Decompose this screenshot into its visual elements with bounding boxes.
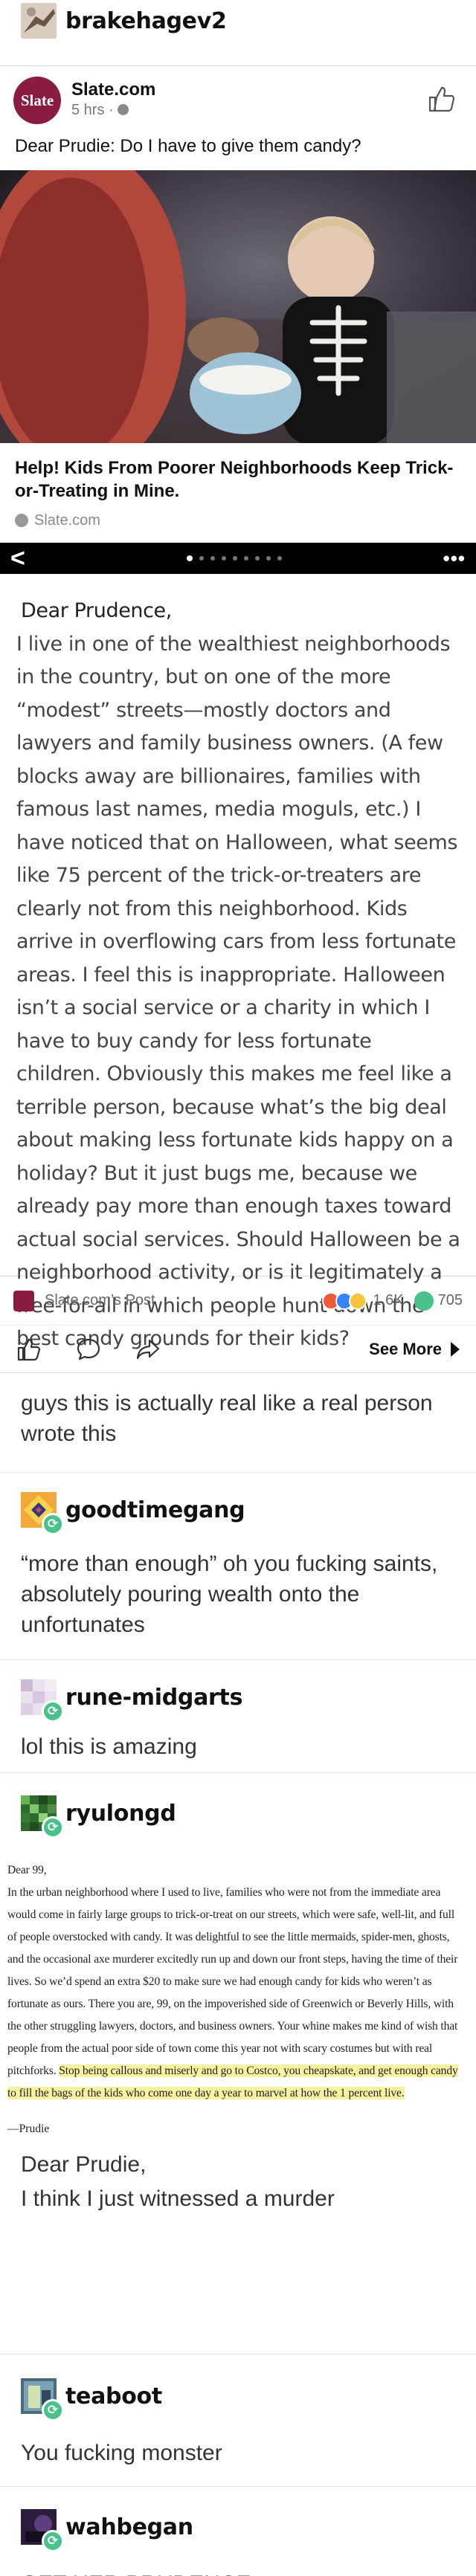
reblog-comment: ⟳ wahbegan GET HER PRUDENCE: [0, 2486, 476, 2576]
carousel-dot[interactable]: [199, 556, 204, 561]
reblogger-header: ⟳ rune-midgarts: [0, 1678, 476, 1723]
facebook-embed: Slate Slate.com 5 hrs · Dear Prudie: Do …: [0, 65, 476, 1372]
carousel-dots: [186, 555, 282, 562]
link-title[interactable]: Help! Kids From Poorer Neighborhoods Kee…: [0, 443, 476, 503]
fb-header: Slate Slate.com 5 hrs ·: [0, 66, 476, 132]
see-more-label: See More: [369, 1339, 442, 1358]
letter-greeting: Dear Prudence,: [21, 599, 172, 623]
fb-caption: Dear Prudie: Do I have to give them cand…: [15, 136, 361, 156]
prudie-body: In the urban neighborhood where I used t…: [0, 1882, 476, 2105]
like-button-icon[interactable]: [16, 1337, 42, 1362]
share-button-icon[interactable]: [135, 1337, 161, 1362]
see-more-button[interactable]: See More: [369, 1340, 460, 1359]
reblogger-header: ⟳ ryulongd: [0, 1794, 476, 1839]
slate-mini-logo: [13, 1290, 34, 1311]
reblog-icon: ⟳: [42, 2399, 64, 2422]
slate-logo[interactable]: Slate: [13, 77, 61, 124]
fb-time-text: 5 hrs ·: [71, 102, 118, 118]
fb-source-name[interactable]: Slate.com: [71, 80, 155, 100]
fb-meta: Slate.com 5 hrs ·: [71, 80, 155, 119]
carousel-dot[interactable]: [243, 556, 248, 561]
username[interactable]: teaboot: [65, 2383, 162, 2409]
post-attribution[interactable]: Slate.com’s Post: [13, 1290, 155, 1311]
reblogger-header: ⟳ goodtimegang: [0, 1491, 476, 1536]
reblog-comment: ⟳ teaboot You fucking monster: [0, 2354, 476, 2486]
link-domain: Slate.com: [0, 503, 476, 532]
reblogger-header: ⟳ teaboot: [0, 2377, 476, 2422]
like-icon[interactable]: [427, 84, 457, 114]
reblog-text: lol this is amazing: [21, 1734, 197, 1760]
avatar[interactable]: ⟳: [21, 2509, 64, 2553]
carousel-dot[interactable]: [232, 556, 237, 561]
username[interactable]: rune-midgarts: [65, 1685, 242, 1711]
reblog-text: “more than enough” oh you fucking saints…: [21, 1552, 438, 1638]
prudie-salutation: Dear 99,: [7, 1864, 47, 1877]
domain-icon: [15, 514, 28, 528]
reblog-comment: ⟳ rune-midgarts lol this is amazing: [0, 1659, 476, 1772]
reblog-icon: ⟳: [42, 2530, 64, 2553]
carousel-bar: < •••: [0, 543, 476, 575]
username[interactable]: goodtimegang: [65, 1497, 245, 1523]
wow-react-icon: [349, 1291, 367, 1310]
avatar[interactable]: ⟳: [21, 2378, 64, 2422]
play-arrow-icon: [451, 1341, 460, 1357]
fb-timestamp: 5 hrs ·: [71, 102, 155, 119]
reblog-comment: ⟳ goodtimegang “more than enough” oh you…: [0, 1472, 476, 1659]
more-options-icon[interactable]: •••: [443, 547, 466, 570]
comment-button-icon[interactable]: [76, 1337, 101, 1362]
reblog-icon: ⟳: [42, 1816, 64, 1839]
carousel-dot[interactable]: [186, 555, 193, 562]
reblog-text: GET HER PRUDENCE: [0, 2569, 476, 2576]
post-of-label: Slate.com’s Post: [45, 1292, 155, 1309]
prudie-body-text: In the urban neighborhood where I used t…: [7, 1886, 458, 2078]
username[interactable]: brakehagev2: [65, 8, 227, 34]
comment-count: 705: [437, 1292, 463, 1309]
reblog-icon: ⟳: [42, 1513, 64, 1536]
article-image[interactable]: [0, 170, 476, 443]
avatar[interactable]: [21, 3, 57, 39]
reblogger-header: ⟳ wahbegan: [0, 2508, 476, 2553]
avatar[interactable]: ⟳: [21, 1795, 64, 1839]
chevron-left-icon[interactable]: <: [10, 546, 25, 571]
carousel-dot[interactable]: [221, 556, 226, 561]
reaction-count: 1.6K: [373, 1292, 404, 1309]
prudie-signature: —Prudie: [7, 2123, 50, 2136]
child-halloween-photo: [0, 170, 476, 443]
tumblr-post: brakehagev2 Slate Slate.com 5 hrs · Dear…: [0, 0, 476, 2576]
comment-icon: [414, 1291, 434, 1311]
globe-icon: [118, 104, 129, 115]
reblog-text: Dear Prudie, I think I just witnessed a …: [21, 2152, 335, 2212]
prudie-highlighted-text: Stop being callous and miserly and go to…: [7, 2065, 458, 2100]
avatar-image: [21, 3, 57, 39]
op-header: brakehagev2: [0, 1, 476, 40]
reblog-comment: ⟳ ryulongd Dear 99, In the urban neighbo…: [0, 1772, 476, 2354]
username[interactable]: ryulongd: [65, 1801, 176, 1827]
carousel-dot[interactable]: [254, 556, 260, 561]
carousel-dot[interactable]: [266, 556, 271, 561]
carousel-dot[interactable]: [210, 556, 215, 561]
reblog-text: You fucking monster: [21, 2441, 222, 2466]
username[interactable]: wahbegan: [65, 2514, 193, 2540]
reblog-comment: guys this is actually real like a real p…: [0, 1372, 476, 1472]
reactions-summary[interactable]: 1.6K 705: [322, 1291, 463, 1311]
reblog-text: guys this is actually real like a real p…: [21, 1391, 433, 1447]
prudie-answer-screenshot: Dear 99, In the urban neighborhood where…: [0, 1859, 476, 2136]
avatar[interactable]: ⟳: [21, 1679, 64, 1723]
link-domain-text: Slate.com: [34, 511, 100, 529]
letter-text: Dear Prudence, I live in one of the weal…: [0, 574, 476, 1350]
letter-body: I live in one of the wealthiest neighbor…: [16, 632, 460, 1351]
carousel-dot[interactable]: [277, 556, 282, 561]
avatar[interactable]: ⟳: [21, 1492, 64, 1536]
reblog-icon: ⟳: [42, 1700, 64, 1723]
